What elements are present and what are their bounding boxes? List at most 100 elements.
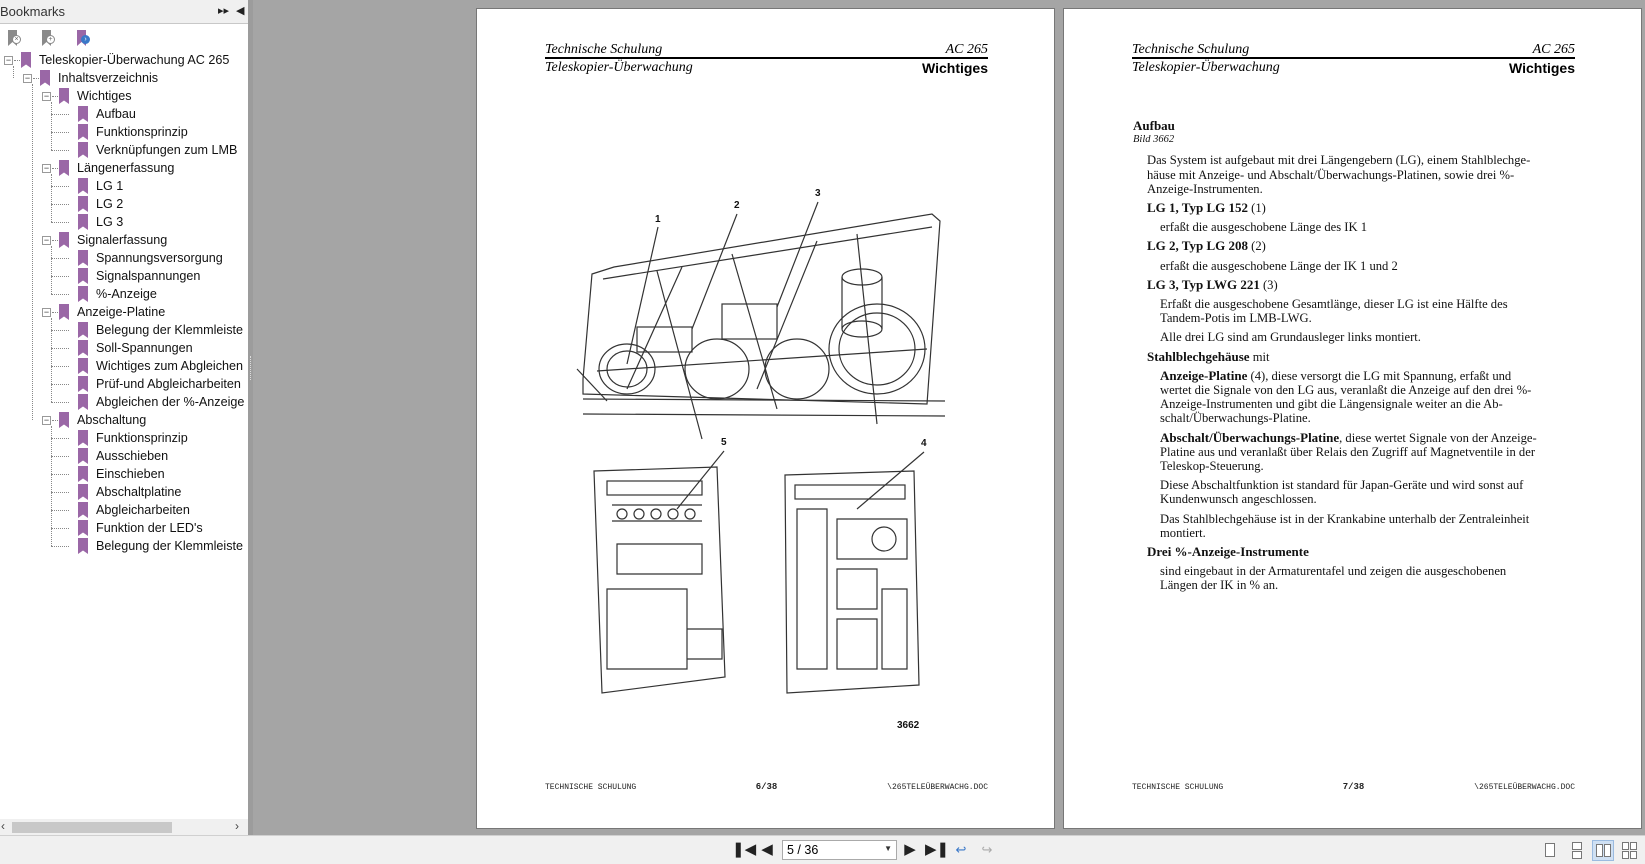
bookmark-item[interactable]: − Inhaltsverzeichnis [0,69,248,87]
text-span: Diese Abschaltfunktion ist standard für … [1160,478,1524,493]
tree-connector [51,546,69,547]
bookmarks-title: Bookmarks [0,4,66,19]
bookmark-label: Aufbau [96,107,136,121]
bookmark-item[interactable]: Abschaltplatine [0,483,248,501]
panel-splitter[interactable] [248,0,253,835]
tree-connector [14,60,22,61]
bookmark-label: Teleskopier-Überwachung AC 265 [39,53,230,67]
bookmark-item[interactable]: Prüf-und Abgleicharbeiten [0,375,248,393]
text-span: Das System ist aufgebaut mit drei Längen… [1147,153,1531,168]
bookmark-item[interactable]: Aufbau [0,105,248,123]
bookmark-label: Wichtiges [77,89,132,103]
text-line: Das System ist aufgebaut mit drei Längen… [1147,153,1583,167]
bookmark-item[interactable]: Abgleichen der %-Anzeige [0,393,248,411]
bookmark-icon [78,196,88,212]
bookmark-item[interactable]: − Anzeige-Platine [0,303,248,321]
bookmark-item[interactable]: Soll-Spannungen [0,339,248,357]
tree-connector [51,150,69,151]
add-bookmark-icon[interactable]: + [41,30,57,47]
bookmark-item[interactable]: Einschieben [0,465,248,483]
tree-connector [51,366,69,367]
bookmark-item[interactable]: Wichtiges zum Abgleichen [0,357,248,375]
bookmark-icon [59,232,69,248]
bold-term: LG 1, Typ LG 152 [1147,200,1249,216]
figure-number: 3662 [897,720,920,731]
bookmark-label: Abgleichen der %-Anzeige [96,395,245,409]
scroll-right-icon[interactable]: › [235,819,239,833]
figure-label-2: 2 [734,200,740,211]
collapse-toggle-icon[interactable]: − [42,308,51,317]
collapse-toggle-icon[interactable]: − [42,164,51,173]
paragraph: Das Stahlblechgehäuse ist in der Krankab… [1133,512,1583,540]
bookmark-label: Abgleicharbeiten [96,503,190,517]
bookmark-item[interactable]: Funktionsprinzip [0,123,248,141]
bookmarks-horizontal-scrollbar[interactable]: ‹ › [0,819,248,835]
bookmark-item[interactable]: Belegung der Klemmleiste [0,321,248,339]
bookmark-icon [59,88,69,104]
bookmark-item[interactable]: LG 1 [0,177,248,195]
collapse-panel-icon[interactable]: ◀ [236,4,244,17]
bookmark-item[interactable]: − Längenerfassung [0,159,248,177]
tree-connector [32,84,33,420]
bookmark-icon [78,142,88,158]
collapse-toggle-icon[interactable]: − [42,236,51,245]
single-page-view-button[interactable] [1539,840,1561,861]
bookmark-item[interactable]: Signalspannungen [0,267,248,285]
bookmark-label: Belegung der Klemmleiste [96,323,244,337]
page-number-input[interactable]: 5 / 36 ▼ [782,840,897,860]
bookmark-item[interactable]: LG 2 [0,195,248,213]
bookmark-label: Funktionsprinzip [96,431,188,445]
tree-connector [51,456,69,457]
tree-connector [51,258,69,259]
paragraph: Diese Abschaltfunktion ist standard für … [1133,478,1583,506]
collapse-toggle-icon[interactable]: − [42,92,51,101]
continuous-facing-view-button[interactable] [1619,840,1641,861]
tree-connector [51,204,69,205]
bookmark-icon [78,268,88,284]
bookmark-item[interactable]: − Abschaltung [0,411,248,429]
bookmark-item[interactable]: Abgleicharbeiten [0,501,248,519]
splitter-grip[interactable] [250,356,251,380]
bookmark-item[interactable]: Verknüpfungen zum LMB [0,141,248,159]
delete-bookmark-icon[interactable]: × [7,30,23,47]
navigation-toolbar: ❚◀ ◀ 5 / 36 ▼ ▶ ▶❚ ↩ ↪ [0,835,1645,864]
first-page-icon[interactable]: ❚◀ [732,840,756,860]
tree-connector [51,114,69,115]
bookmark-item[interactable]: Funktionsprinzip [0,429,248,447]
bookmark-label: Längenerfassung [77,161,175,175]
go-to-bookmark-icon[interactable]: › [76,30,92,47]
last-page-icon[interactable]: ▶❚ [925,840,949,860]
chevron-down-icon[interactable]: ▼ [884,844,892,853]
bookmark-item[interactable]: %-Anzeige [0,285,248,303]
bookmark-item[interactable]: − Wichtiges [0,87,248,105]
bookmark-item[interactable]: − Signalerfassung [0,231,248,249]
text-span: , diese wertet Signale von der Anzeige- [1339,430,1537,445]
next-view-icon[interactable]: ↪ [977,840,997,860]
collapse-toggle-icon[interactable]: − [4,56,13,65]
expand-panel-icon[interactable]: ▸▸ [218,4,229,17]
text-line: Platine aus und veranlaßt über Relais de… [1160,445,1583,459]
continuous-view-button[interactable] [1566,840,1588,861]
bookmark-item[interactable]: − Teleskopier-Überwachung AC 265 [0,51,248,69]
scrollbar-thumb[interactable] [12,822,172,833]
bookmark-item[interactable]: Funktion der LED's [0,519,248,537]
text-span: (3) [1259,277,1278,292]
tree-connector [51,186,69,187]
bookmark-icon [59,412,69,428]
bookmark-item[interactable]: LG 3 [0,213,248,231]
circuit-board-drawing-4 [784,451,925,694]
collapse-toggle-icon[interactable]: − [42,416,51,425]
bookmark-item[interactable]: Belegung der Klemmleiste [0,537,248,555]
bookmark-item[interactable]: Spannungsversorgung [0,249,248,267]
previous-page-icon[interactable]: ◀ [757,840,777,860]
bold-term: LG 2, Typ LG 208 [1147,238,1249,254]
previous-view-icon[interactable]: ↩ [951,840,971,860]
facing-view-button[interactable] [1592,840,1614,861]
bookmark-item[interactable]: Ausschieben [0,447,248,465]
paragraph: erfaßt die ausgeschobene Länge der IK 1 … [1133,259,1583,273]
bookmark-icon [21,52,31,68]
bookmarks-toolbar: × + › [0,25,248,51]
scroll-left-icon[interactable]: ‹ [1,819,5,833]
collapse-toggle-icon[interactable]: − [23,74,32,83]
next-page-icon[interactable]: ▶ [900,840,920,860]
